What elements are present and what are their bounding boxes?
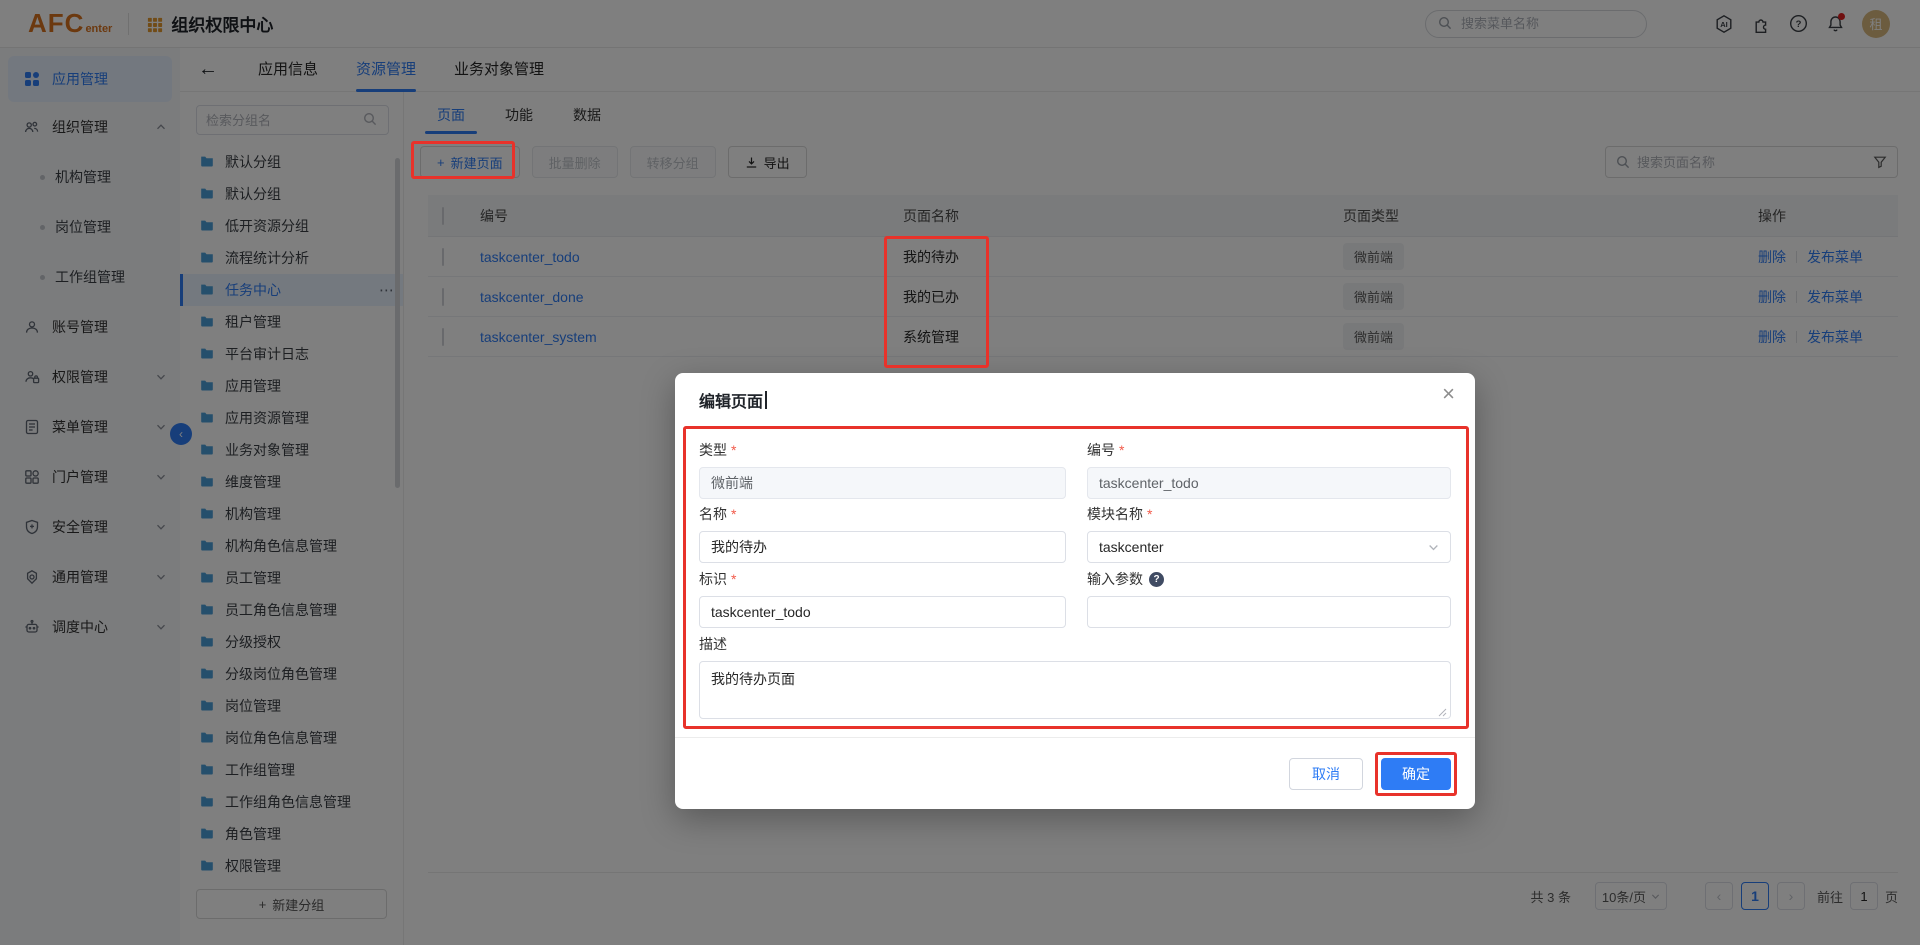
required-mark: * — [1119, 442, 1125, 458]
required-mark: * — [1147, 506, 1153, 522]
name-field[interactable] — [699, 531, 1066, 563]
ident-field[interactable] — [699, 596, 1066, 628]
close-icon[interactable]: × — [1442, 383, 1455, 405]
field-label-type: 类型 * — [699, 442, 737, 458]
field-label-code: 编号 * — [1087, 442, 1125, 458]
type-field[interactable] — [699, 467, 1066, 499]
desc-field[interactable]: 我的待办页面 — [699, 661, 1451, 719]
modal-footer-divider — [675, 737, 1475, 738]
field-label-module: 模块名称 * — [1087, 506, 1153, 522]
params-field[interactable] — [1087, 596, 1451, 628]
module-name-select[interactable]: taskcenter — [1087, 531, 1451, 563]
field-label-ident: 标识 * — [699, 571, 737, 587]
help-icon[interactable]: ? — [1149, 571, 1164, 587]
field-label-desc: 描述 — [699, 636, 727, 652]
field-label-name: 名称 * — [699, 506, 737, 522]
required-mark: * — [731, 442, 737, 458]
cancel-button[interactable]: 取消 — [1289, 758, 1363, 790]
app-root: AFC enter 组织权限中心 AI ? — [0, 0, 1920, 945]
required-mark: * — [731, 571, 737, 587]
confirm-button[interactable]: 确定 — [1381, 758, 1451, 790]
code-field[interactable] — [1087, 467, 1451, 499]
module-name-value: taskcenter — [1099, 539, 1164, 555]
text-cursor — [765, 391, 768, 409]
field-label-params: 输入参数 ? — [1087, 569, 1164, 589]
chevron-down-icon — [1428, 542, 1439, 553]
required-mark: * — [731, 506, 737, 522]
modal-title: 编辑页面 — [699, 388, 768, 412]
edit-page-modal: 编辑页面 × 类型* 编号* 名称* 模块名称* taskcenter 标识* — [675, 373, 1475, 809]
